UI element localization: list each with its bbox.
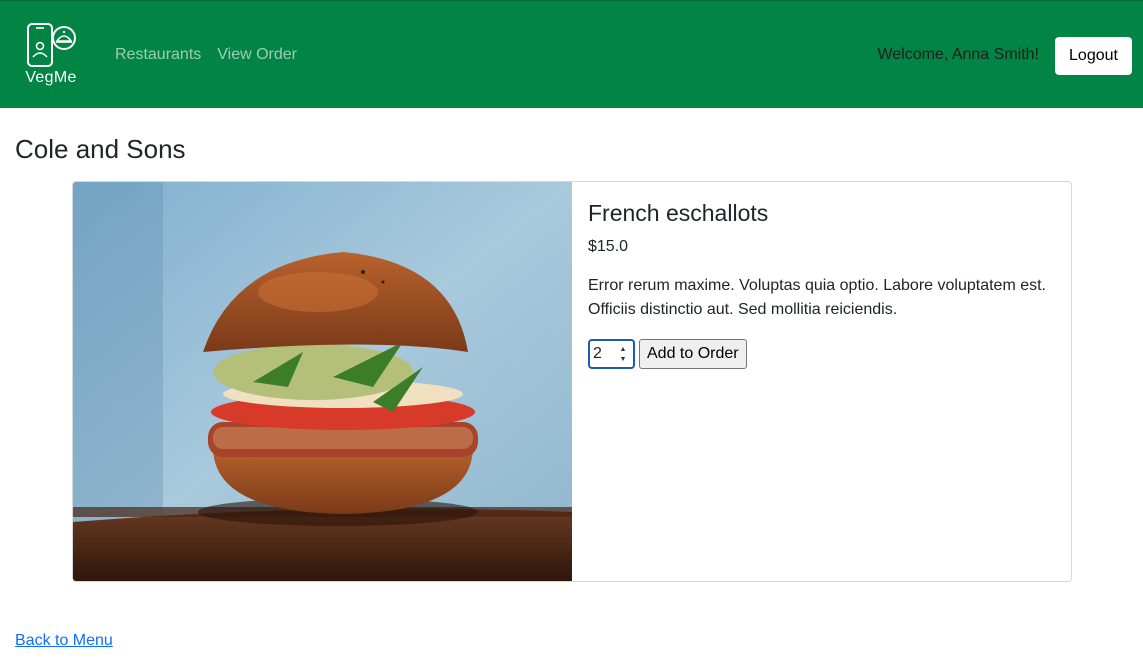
navbar: VegMe Restaurants View Order Welcome, An… bbox=[0, 0, 1143, 108]
veggie-burger-photo-icon bbox=[73, 182, 572, 581]
order-form: 2 ▲ ▼ Add to Order bbox=[588, 339, 1058, 369]
quantity-value: 2 bbox=[593, 345, 602, 362]
add-to-order-button[interactable]: Add to Order bbox=[639, 339, 747, 369]
brand-name: VegMe bbox=[25, 69, 77, 86]
brand-logo[interactable]: VegMe bbox=[20, 21, 82, 91]
welcome-message: Welcome, Anna Smith! bbox=[877, 46, 1039, 63]
menu-item-price: $15.0 bbox=[588, 238, 629, 255]
nav-links: Restaurants View Order bbox=[115, 46, 297, 64]
nav-link-restaurants[interactable]: Restaurants bbox=[115, 46, 201, 64]
back-to-menu-link[interactable]: Back to Menu bbox=[15, 632, 113, 650]
menu-item-details: French eschallots $15.0 Error rerum maxi… bbox=[588, 200, 1058, 369]
menu-item-name: French eschallots bbox=[588, 200, 769, 226]
restaurant-title: Cole and Sons bbox=[15, 134, 186, 164]
spinner-arrows-icon[interactable]: ▲ ▼ bbox=[618, 345, 628, 365]
quantity-stepper[interactable]: 2 ▲ ▼ bbox=[588, 339, 635, 369]
nav-link-view-order[interactable]: View Order bbox=[217, 46, 297, 64]
menu-item-description: Error rerum maxime. Voluptas quia optio.… bbox=[588, 277, 1046, 318]
menu-item-image bbox=[73, 182, 572, 581]
logout-button[interactable]: Logout bbox=[1055, 37, 1132, 75]
menu-item-card: French eschallots $15.0 Error rerum maxi… bbox=[72, 181, 1072, 582]
phone-cloche-icon bbox=[27, 23, 76, 67]
